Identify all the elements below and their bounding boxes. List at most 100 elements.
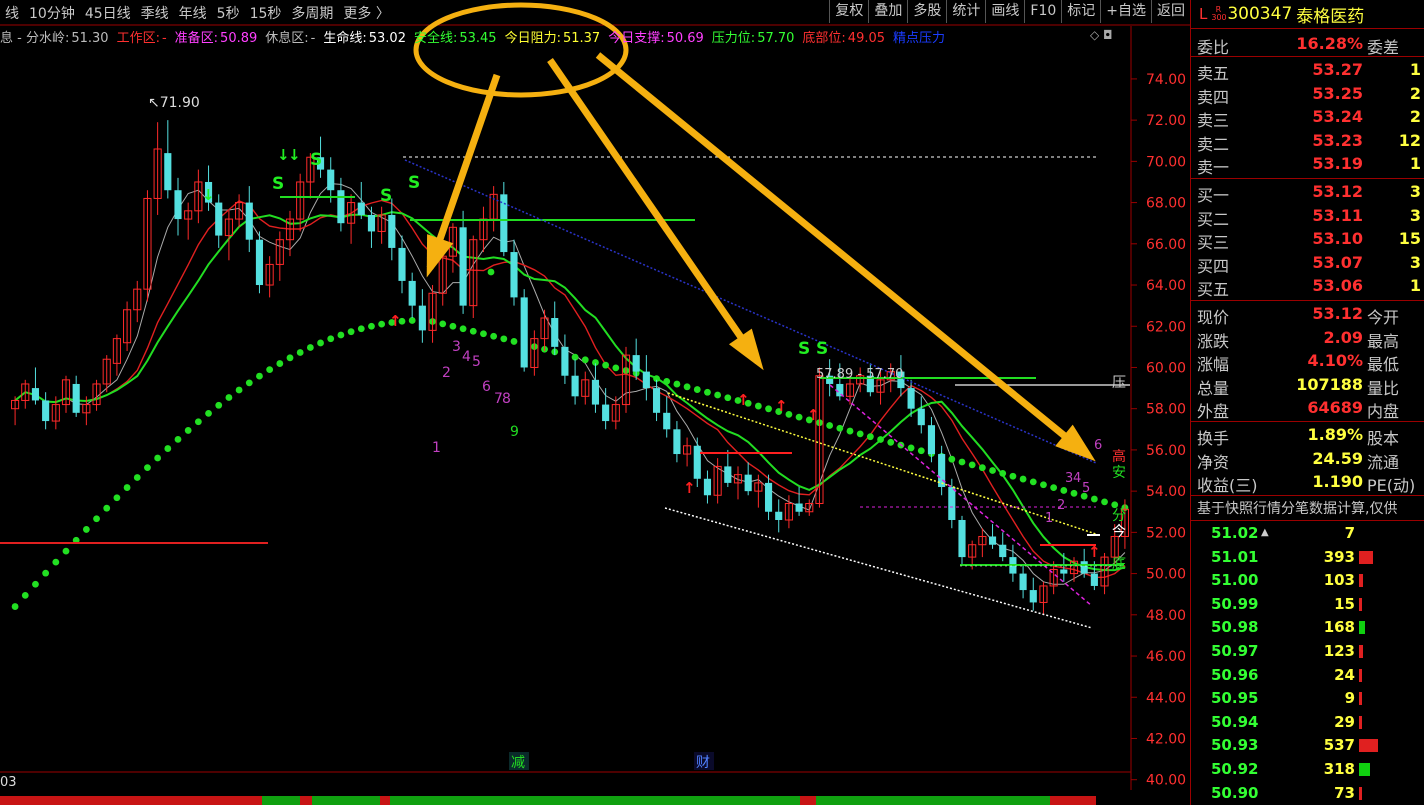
life-line-dot (948, 455, 956, 463)
candle-body (398, 247, 406, 281)
lower-channel-line (664, 507, 1093, 629)
y-tick-label: 50.00 (1146, 567, 1186, 583)
indicator-controls[interactable]: ◇ ◘ (1090, 28, 1113, 42)
stat-3-value: 107188 (1296, 374, 1363, 394)
stat2-1: 净资 24.59 流通 (1191, 447, 1424, 472)
tab-7[interactable]: 多周期 (286, 3, 338, 23)
tab-5[interactable]: 5秒 (212, 3, 245, 23)
bid-3: 买三 53.10 15 (1191, 227, 1424, 252)
stat2-2: 收益(三) 1.190 PE(动) (1191, 470, 1424, 495)
wave-number: 1 (1045, 511, 1053, 526)
life-line-dot (1060, 487, 1068, 494)
ask-2: 卖二 53.23 12 (1191, 129, 1424, 154)
stat-0-label: 现价 (1197, 308, 1230, 327)
candle-body (72, 383, 80, 413)
life-line-dot (62, 547, 70, 555)
toolbar-button-0[interactable]: 复权 (829, 0, 868, 23)
tick-volume-bar (1359, 715, 1362, 729)
up-arrow-icon: ↑ (775, 397, 788, 415)
tab-2[interactable]: 45日线 (80, 3, 136, 23)
candle-body (775, 511, 783, 520)
life-line-dot (174, 435, 182, 443)
up-arrow-icon: ↑ (1088, 543, 1101, 561)
tick-volume: 73 (1334, 783, 1355, 802)
tick-volume-bar (1359, 574, 1363, 588)
event-marker: 减 (511, 755, 525, 771)
toolbar-button-5[interactable]: F10 (1024, 0, 1061, 23)
life-line-dot (1070, 489, 1078, 497)
toolbar-button-1[interactable]: 叠加 (868, 0, 907, 23)
bid-1-value: 53.12 (1312, 182, 1363, 201)
high-price-label: ↖71.90 (148, 95, 200, 111)
life-line-dot (123, 484, 131, 491)
candle-body (337, 190, 345, 224)
tab-8[interactable]: 更多 〉 (338, 3, 394, 23)
wave-number: 5 (472, 354, 481, 370)
indicator-6: 今日阻力: 51.37 (505, 27, 601, 46)
tab-1[interactable]: 10分钟 (24, 3, 80, 23)
life-line-dot (32, 580, 39, 588)
divider (1191, 56, 1424, 57)
life-line-dot (439, 320, 447, 328)
life-line-dot (1050, 484, 1058, 492)
divider (1191, 421, 1424, 422)
indicator-value: 51.37 (562, 30, 601, 46)
stat2-0-value: 1.89% (1307, 425, 1363, 444)
stat-2-value: 4.10% (1307, 351, 1363, 370)
indicator-value: - (161, 30, 167, 46)
y-tick-label: 54.00 (1146, 484, 1186, 500)
ask-4-extra: 2 (1409, 83, 1421, 103)
trend-strip-segment (408, 796, 800, 805)
life-line-dot (306, 344, 314, 351)
tab-6[interactable]: 15秒 (245, 3, 287, 23)
tick-row: 50.90 73 (1191, 782, 1424, 805)
life-line-dot (673, 380, 681, 388)
candle-body (642, 371, 650, 389)
indicator-2: 准备区: 50.89 (175, 27, 258, 46)
toolbar-button-4[interactable]: 画线 (985, 0, 1024, 23)
wave-number: 6 (482, 379, 491, 395)
stock-badge-bottom: 300 (1211, 13, 1227, 22)
trend-strip-segment (800, 796, 816, 805)
toolbar-button-7[interactable]: +自选 (1100, 0, 1151, 23)
indicator-label: 生命线: (323, 30, 367, 46)
life-line-dot (490, 332, 498, 340)
tick-price: 50.92 (1211, 760, 1259, 778)
tab-0[interactable]: 线 (0, 3, 24, 23)
indicator-value: 50.89 (220, 30, 258, 46)
indicator-value: 50.69 (666, 30, 704, 46)
life-line-dot (103, 504, 111, 512)
stock-name[interactable]: 泰格医药 (1296, 2, 1364, 27)
indicator-5: 安全线: 53.45 (414, 27, 497, 46)
toolbar-button-3[interactable]: 统计 (946, 0, 985, 23)
stock-code[interactable]: 300347 (1227, 4, 1292, 24)
stat-4-extra: 内盘 (1367, 402, 1400, 421)
life-line-dot (93, 515, 100, 523)
tick-price: 50.90 (1211, 783, 1259, 802)
ma5-line (14, 183, 1126, 585)
toolbar-button-6[interactable]: 标记 (1061, 0, 1100, 23)
tick-volume: 168 (1323, 618, 1355, 637)
life-line-dot (917, 447, 925, 455)
candle-body (693, 445, 701, 479)
life-line-dot (826, 422, 834, 429)
indicator-label: 今日支撑: (608, 30, 665, 46)
toolbar-button-8[interactable]: 返回 (1151, 0, 1190, 23)
life-line-dot (205, 409, 212, 417)
tab-4[interactable]: 年线 (174, 3, 212, 23)
tick-volume: 393 (1323, 547, 1355, 566)
candle-body (591, 379, 600, 405)
tab-3[interactable]: 季线 (136, 3, 174, 23)
life-line-dot (11, 603, 19, 610)
stat-0-extra: 今开 (1367, 308, 1400, 327)
candle-body (602, 404, 610, 422)
candle-body (561, 346, 569, 376)
ask-2-extra: 12 (1398, 130, 1421, 150)
candle-body (1090, 573, 1098, 586)
toolbar-button-2[interactable]: 多股 (907, 0, 946, 23)
stat-3-label: 总量 (1197, 378, 1230, 398)
candle-body (988, 536, 997, 545)
ask-5-label: 卖五 (1197, 64, 1230, 83)
tick-price: 51.02 (1211, 524, 1259, 542)
bid-3-extra: 15 (1398, 229, 1421, 248)
